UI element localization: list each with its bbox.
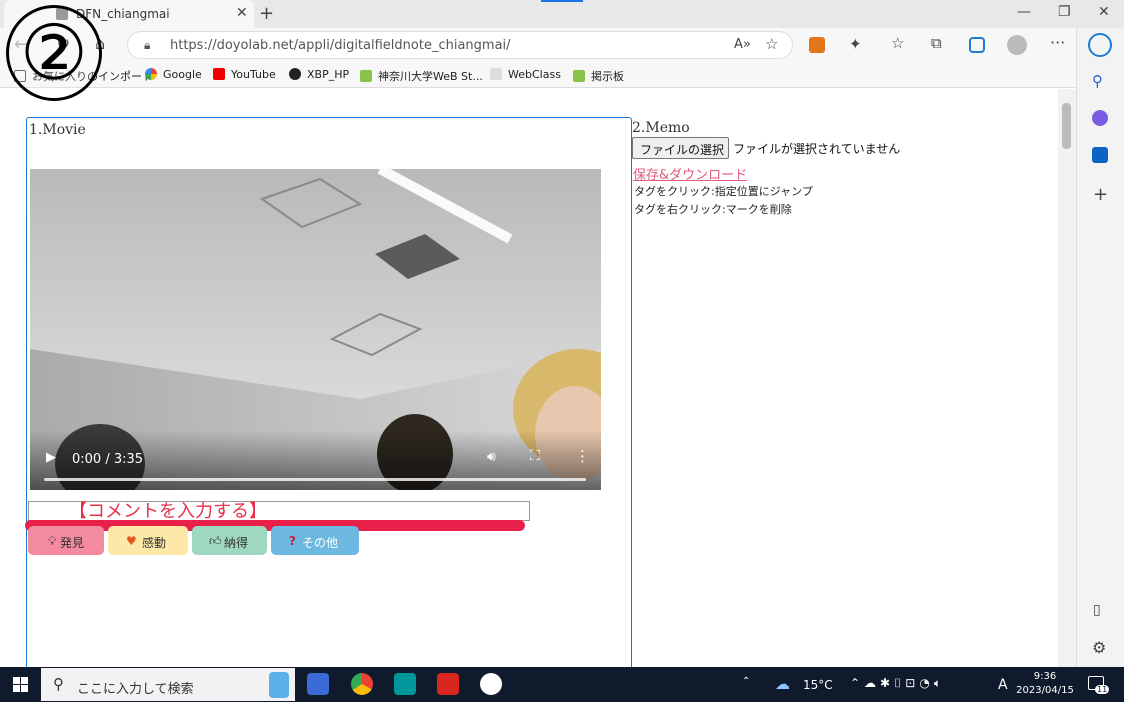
slack-icon[interactable] (480, 673, 502, 695)
step-number: ② (19, 8, 89, 97)
clock-time: 9:36 (1033, 671, 1057, 682)
choose-file-label: ファイルの選択 (640, 143, 725, 157)
comment-annotation-label: 【コメントを入力する】 (69, 501, 267, 522)
lightbulb-icon: 💡︎ (48, 534, 57, 548)
weather-temp: 15°C (803, 678, 833, 692)
page-scrollbar[interactable] (1058, 89, 1076, 667)
webclass-icon (490, 68, 502, 80)
bookmark-youtube[interactable]: YouTube (213, 68, 276, 81)
play-icon[interactable]: ▶ (46, 450, 56, 465)
extension-fox-icon[interactable] (809, 37, 825, 53)
save-download-link[interactable]: 保存&ダウンロード (633, 164, 747, 183)
memo-section-title: 2.Memo (632, 120, 690, 136)
taskbar: ⚲ ここに入力して検索 ⌃ ☁ 15°C ⌃☁✱⌷⊡◔🔈︎ A 9:36 202… (0, 667, 1124, 702)
windows-start-icon[interactable] (13, 677, 28, 692)
video-time: 0:00 / 3:35 (72, 452, 144, 467)
github-icon (289, 68, 301, 80)
favorites-icon[interactable]: ☆ (891, 34, 904, 52)
seek-bar[interactable] (44, 478, 586, 481)
bookmark-google[interactable]: Google (145, 68, 202, 81)
choose-file-button[interactable]: ファイルの選択 (632, 137, 729, 159)
volume-icon[interactable]: 🔊︎ (487, 449, 496, 465)
extensions-icon[interactable]: ✦ (849, 35, 862, 53)
search-icon: ⚲ (53, 675, 64, 693)
notification-count: 11 (1095, 685, 1110, 694)
tag-label: その他 (302, 536, 339, 550)
add-favorite-icon[interactable]: ☆ (765, 35, 778, 53)
bookmark-webclass[interactable]: WebClass (490, 68, 561, 81)
hint-click: タグをクリック:指定位置にジャンプ (634, 185, 813, 198)
collections-icon[interactable]: ⧉ (931, 34, 942, 52)
restore-icon[interactable]: ❐ (1058, 4, 1071, 20)
tag-label: 納得 (224, 536, 249, 550)
taskbar-search[interactable]: ⚲ ここに入力して検索 (41, 668, 295, 701)
leaf-icon (573, 70, 585, 82)
video-more-icon[interactable]: ⋮ (575, 447, 590, 465)
hint-right-click: タグを右クリック:マークを削除 (634, 203, 792, 216)
tag-impression-button[interactable]: ♥ 感動 (108, 526, 188, 555)
lock-icon[interactable]: 🔒︎ (144, 38, 150, 53)
tab-close-icon[interactable]: ✕ (236, 5, 248, 21)
tag-label: 発見 (60, 536, 85, 550)
overflow-chevron-icon[interactable]: ⌃ (742, 676, 750, 687)
arduino-icon[interactable] (394, 673, 416, 695)
heart-icon: ♥ (126, 534, 137, 548)
fullscreen-icon[interactable]: ⛶ (530, 448, 540, 464)
file-status: ファイルが選択されていません (733, 142, 901, 156)
bookmark-kanagawa[interactable]: 神奈川大学WeB St... (360, 68, 483, 84)
address-bar[interactable]: 🔒︎ https://doyolab.net/appli/digitalfiel… (127, 31, 793, 59)
outlook-icon[interactable] (1092, 147, 1108, 163)
movie-panel: 1.Movie ▶ 0:00 / 3:35 🔊︎ ⛶ ⋮ 【コメントを入力する】… (25, 117, 632, 667)
edge-ie-icon[interactable] (969, 37, 985, 53)
chrome-icon[interactable] (351, 673, 373, 695)
tag-agreement-button[interactable]: 👍︎ 納得 (192, 526, 267, 555)
youtube-icon (213, 68, 225, 80)
read-aloud-icon[interactable]: A» (734, 37, 751, 52)
search-highlight-icon (269, 672, 289, 698)
more-icon[interactable]: ··· (1050, 33, 1065, 52)
search-icon[interactable]: ⚲ (1092, 72, 1103, 90)
bookmark-xbp[interactable]: XBP_HP (289, 68, 349, 81)
tab-strip: DFN_chiangmai ✕ + — ❐ ✕ (0, 0, 1124, 28)
profile-avatar[interactable] (1007, 35, 1027, 55)
browser-toolbar: ← ↻ ⌂ 🔒︎ https://doyolab.net/appli/digit… (0, 28, 1076, 62)
tag-other-button[interactable]: ? その他 (271, 526, 359, 555)
video-controls: ▶ 0:00 / 3:35 🔊︎ ⛶ ⋮ (30, 430, 601, 490)
tag-label: 感動 (142, 536, 167, 550)
tray-icons[interactable]: ⌃☁✱⌷⊡◔🔈︎ (850, 676, 945, 691)
bookmarks-bar: お気に入りのインポート Google YouTube XBP_HP 神奈川大学W… (0, 62, 1076, 88)
clock[interactable]: 9:36 2023/04/15 (1015, 670, 1075, 698)
weather-icon: ☁ (775, 675, 790, 693)
sidebar-panel-icon[interactable]: ▯ (1093, 602, 1101, 618)
shopping-icon[interactable] (1092, 110, 1108, 126)
scroll-thumb[interactable] (1062, 103, 1071, 149)
bing-icon[interactable] (1088, 33, 1112, 57)
search-placeholder: ここに入力して検索 (77, 682, 194, 697)
step-number-annotation: ② (6, 5, 102, 101)
web-page: 1.Movie ▶ 0:00 / 3:35 🔊︎ ⛶ ⋮ 【コメントを入力する】… (0, 89, 1058, 667)
google-icon (145, 68, 157, 80)
leaf-icon (360, 70, 372, 82)
ime-indicator[interactable]: A (998, 677, 1008, 693)
bookmark-board[interactable]: 掲示板 (573, 68, 624, 84)
clock-date: 2023/04/15 (1016, 685, 1074, 696)
close-window-icon[interactable]: ✕ (1098, 4, 1110, 20)
loading-indicator (541, 0, 583, 2)
edge-sidebar: ⚲ + ▯ ⚙ (1076, 28, 1124, 668)
video-player[interactable]: ▶ 0:00 / 3:35 🔊︎ ⛶ ⋮ (30, 169, 601, 490)
snipping-tool-icon[interactable] (307, 673, 329, 695)
settings-icon[interactable]: ⚙ (1092, 638, 1106, 657)
acrobat-icon[interactable] (437, 673, 459, 695)
thumbsup-icon: 👍︎ (209, 534, 222, 548)
minimize-icon[interactable]: — (1017, 4, 1031, 20)
movie-section-title: 1.Movie (29, 122, 86, 138)
new-tab-icon[interactable]: + (259, 3, 274, 24)
question-icon: ? (289, 534, 296, 548)
add-sidebar-icon[interactable]: + (1093, 184, 1108, 205)
url-text: https://doyolab.net/appli/digitalfieldno… (170, 38, 511, 53)
tag-discovery-button[interactable]: 💡︎ 発見 (28, 526, 104, 555)
